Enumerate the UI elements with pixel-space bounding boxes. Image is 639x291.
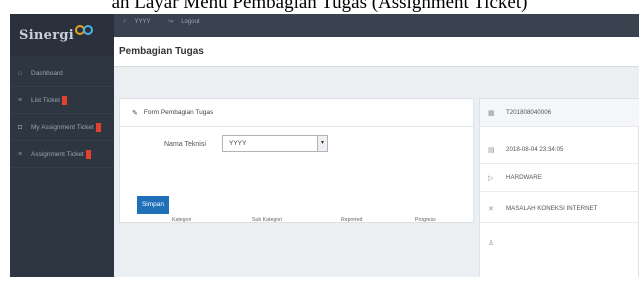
notification-badge [95,122,101,132]
technician-label: Nama Teknisi [164,141,206,148]
topnav-user[interactable]: ♂ YYYY [122,19,159,25]
sidebar-item-dashboard[interactable]: ⌂ Dashboard [10,60,114,87]
ticket-issue-row: ✕ MASALAH KONEKSI INTERNET [480,195,639,223]
topnav-logout-label: Logout [181,19,200,25]
sidebar-menu: ⌂ Dashboard ≡ List Ticket ◘ My Assignmen… [10,60,114,168]
user-icon: ♙ [488,240,495,247]
save-button[interactable]: Simpan [137,196,169,214]
tag-icon: ▷ [488,174,494,182]
column-header-reported: Reported [341,217,363,223]
technician-row: Nama Teknisi YYYY ▾ [120,128,475,162]
app-window: ♂ YYYY ↪ Logout Sinergi ⌂ Dashboard ≡ List… [10,14,639,277]
ticket-issue: MASALAH KONEKSI INTERNET [506,205,598,212]
sidebar: Sinergi ⌂ Dashboard ≡ List Ticket ◘ My A… [10,14,114,277]
list-icon: ≡ [18,96,23,104]
pencil-icon: ✎ [132,109,138,117]
assignment-form-panel: ✎ Form Pembagian Tugas Nama Teknisi YYYY… [119,98,475,223]
dashboard-icon: ⌂ [18,69,23,77]
sidebar-item-label: List Ticket [31,96,60,104]
sidebar-item-assignment-ticket[interactable]: ≡ Assignment Ticket [10,141,114,168]
logout-icon: ↪ [168,19,174,25]
ticket-assignee-row: ♙ [480,229,639,257]
main-content: Pembagian Tugas ✎ Form Pembagian Tugas N… [114,37,639,277]
brand-logo[interactable]: Sinergi [10,14,114,56]
table-header-row: Kategori Sub Kategori Reported Progress [119,213,474,225]
ticket-datetime-row: ▤ 2018-08-04 23:34:05 [480,136,639,164]
technician-select-value: YYYY [229,140,247,147]
barcode-icon: ▦ [488,109,495,117]
column-header-kategori: Kategori [172,217,192,223]
sidebar-item-label: Assignment Ticket [31,150,84,158]
notification-badge [85,149,91,159]
topnav-user-label: YYYY [134,19,151,25]
chevron-down-icon[interactable]: ▾ [317,136,327,151]
column-header-progress: Progress [415,217,436,223]
sidebar-item-label: Dashboard [31,69,63,77]
ticket-id-row: ▦ T201808040006 [480,99,639,127]
form-title: Form Pembagian Tugas [143,109,214,116]
technician-select[interactable]: YYYY ▾ [222,135,328,152]
topnav-logout[interactable]: ↪ Logout [168,19,207,25]
brand-name: Sinergi [19,28,75,43]
page-title: Pembagian Tugas [119,46,204,57]
sidebar-item-label: My Assignment Ticket [31,123,94,131]
ticket-info-panel: ▦ T201808040006 ▤ 2018-08-04 23:34:05 ▷ … [479,98,639,277]
sidebar-item-my-assignment[interactable]: ◘ My Assignment Ticket [10,114,114,141]
assignment-icon: ◘ [18,123,23,131]
page-header: Pembagian Tugas [114,37,639,67]
top-nav: ♂ YYYY ↪ Logout [122,18,216,25]
form-panel-header: ✎ Form Pembagian Tugas [120,99,475,127]
sidebar-item-list-ticket[interactable]: ≡ List Ticket [10,87,114,114]
ticket-category: HARDWARE [506,174,542,181]
user-icon: ♂ [122,19,127,25]
ticket-category-row: ▷ HARDWARE [480,164,639,192]
tools-icon: ✕ [488,205,494,213]
column-header-sub-kategori: Sub Kategori [252,217,282,223]
calendar-icon: ▤ [488,146,495,154]
ticket-id: T201808040006 [506,109,552,116]
brand-mark-icon [75,25,93,35]
list-icon: ≡ [18,150,23,158]
notification-badge [61,95,67,105]
ticket-datetime: 2018-08-04 23:34:05 [506,146,564,153]
